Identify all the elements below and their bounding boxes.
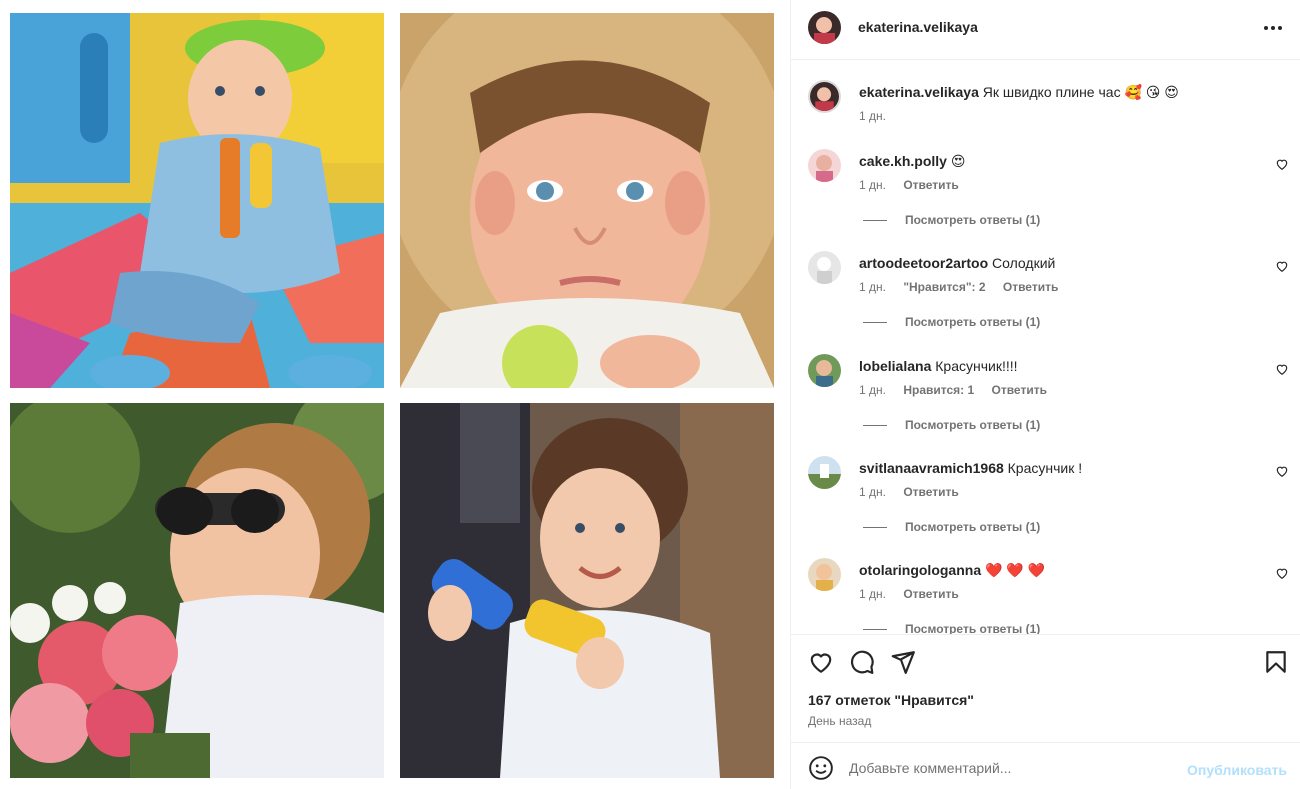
like-comment-heart-icon[interactable] [1275,259,1289,273]
like-comment-heart-icon[interactable] [1275,566,1289,580]
post-viewer: ekaterina.velikaya ekaterina.velikaya Як… [0,0,1300,789]
reply-button[interactable]: Ответить [903,178,958,192]
more-options-button[interactable] [1261,16,1285,40]
comment-meta: 1 дн. Ответить [859,587,973,601]
comment-username[interactable]: otolaringologanna [859,562,981,578]
comment-text: Солодкий [992,255,1056,271]
post-photo-4 [400,403,774,778]
like-comment-heart-icon[interactable] [1275,362,1289,376]
reply-button[interactable]: Ответить [1003,280,1058,294]
comment-text: 😍 [950,153,966,169]
comment-avatar[interactable] [808,456,841,489]
comment-username[interactable]: cake.kh.polly [859,153,947,169]
add-comment-bar: Опубликовать [791,742,1300,789]
comment-avatar[interactable] [808,251,841,284]
comment-avatar[interactable] [808,80,841,113]
comments-list[interactable]: ekaterina.velikaya Як швидко плине час 🥰… [791,61,1300,634]
post-sidebar: ekaterina.velikaya ekaterina.velikaya Як… [790,0,1300,789]
comment-meta: 1 дн. [859,109,900,123]
comment-username[interactable]: ekaterina.velikaya [859,84,979,100]
emoji-icon[interactable] [808,755,834,781]
view-replies-button[interactable]: Посмотреть ответы (1) [863,418,1040,432]
share-send-icon[interactable] [890,649,916,675]
comment-body: svitlanaavramich1968 Красунчик ! [859,459,1082,477]
more-horizontal-icon [1264,26,1282,30]
comment-time[interactable]: 1 дн. [859,383,886,397]
reply-button[interactable]: Ответить [903,485,958,499]
bookmark-icon[interactable] [1263,649,1289,675]
comment-text: Красунчик!!!! [935,358,1018,374]
comment-time[interactable]: 1 дн. [859,109,886,123]
comment-avatar[interactable] [808,149,841,182]
view-replies-button[interactable]: Посмотреть ответы (1) [863,315,1040,329]
author-avatar[interactable] [808,11,841,44]
comment-meta: 1 дн. "Нравится": 2 Ответить [859,280,1072,294]
comment-body: lobelialana Красунчик!!!! [859,357,1018,375]
comment-time[interactable]: 1 дн. [859,485,886,499]
likes-count[interactable]: 167 отметок "Нравится" [808,692,974,708]
comment-text: Красунчик ! [1007,460,1083,476]
comment-time[interactable]: 1 дн. [859,587,886,601]
view-replies-button[interactable]: Посмотреть ответы (1) [863,520,1040,534]
comment-likes-count[interactable]: "Нравится": 2 [903,280,985,294]
comment-body: ekaterina.velikaya Як швидко плине час 🥰… [859,83,1179,101]
like-comment-heart-icon[interactable] [1275,157,1289,171]
comment-meta: 1 дн. Нравится: 1 Ответить [859,383,1061,397]
view-replies-button[interactable]: Посмотреть ответы (1) [863,622,1040,634]
comment-meta: 1 дн. Ответить [859,178,973,192]
view-replies-button[interactable]: Посмотреть ответы (1) [863,213,1040,227]
comment-meta: 1 дн. Ответить [859,485,973,499]
like-heart-icon[interactable] [808,649,834,675]
comment-time[interactable]: 1 дн. [859,280,886,294]
post-photo-3 [10,403,384,778]
post-header: ekaterina.velikaya [791,0,1300,60]
comment-input[interactable] [849,753,1169,783]
post-photo-1 [10,13,384,388]
comment-avatar[interactable] [808,558,841,591]
publish-button[interactable]: Опубликовать [1187,762,1287,778]
comment-avatar[interactable] [808,354,841,387]
comment-body: cake.kh.polly 😍 [859,152,965,170]
comment-icon[interactable] [849,649,875,675]
like-comment-heart-icon[interactable] [1275,464,1289,478]
post-photo-2 [400,13,774,388]
comment-text: ❤️ ❤️ ❤️ [985,562,1046,578]
comment-time[interactable]: 1 дн. [859,178,886,192]
comment-text: Як швидко плине час 🥰 😘 😍 [982,84,1179,100]
comment-username[interactable]: lobelialana [859,358,931,374]
comment-body: otolaringologanna ❤️ ❤️ ❤️ [859,561,1045,579]
reply-button[interactable]: Ответить [992,383,1047,397]
post-date[interactable]: День назад [808,714,871,728]
reply-button[interactable]: Ответить [903,587,958,601]
comment-username[interactable]: svitlanaavramich1968 [859,460,1004,476]
comment-username[interactable]: artoodeetoor2artoo [859,255,988,271]
author-username[interactable]: ekaterina.velikaya [858,19,978,35]
comment-body: artoodeetoor2artoo Солодкий [859,254,1055,272]
comment-likes-count[interactable]: Нравится: 1 [903,383,974,397]
post-actions: 167 отметок "Нравится" День назад [791,634,1300,742]
